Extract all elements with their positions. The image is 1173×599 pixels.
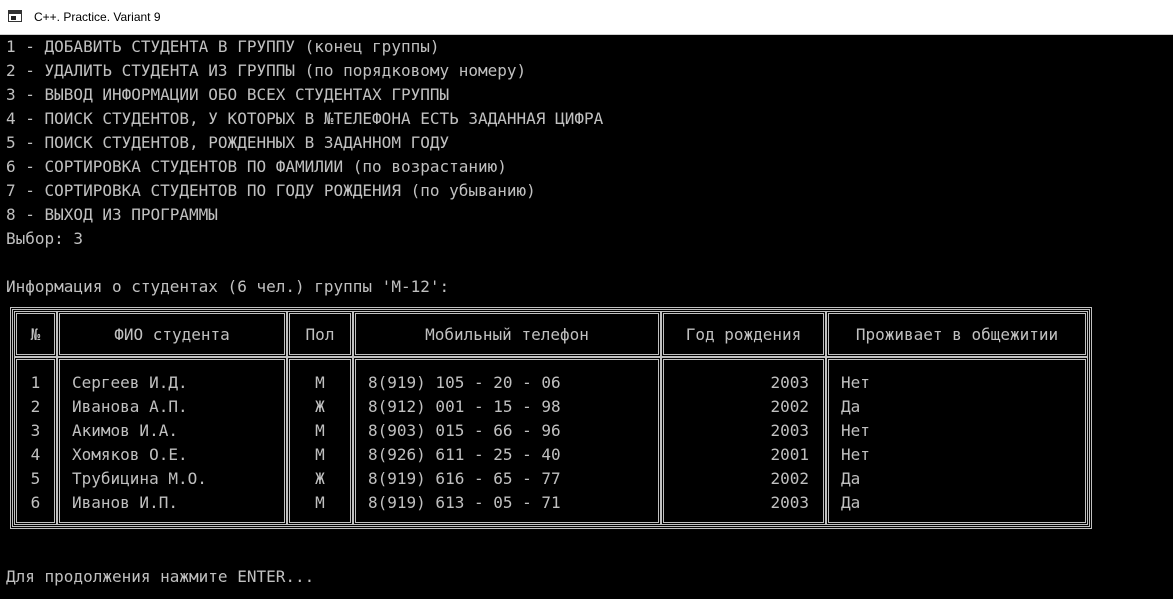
table-cell-dorm: Да [841, 493, 861, 512]
group-info-heading: Информация о студентах (6 чел.) группы '… [6, 277, 450, 296]
table-cell-name: Хомяков О.Е. [72, 445, 188, 464]
menu-item-4: 4 - ПОИСК СТУДЕНТОВ, У КОТОРЫХ В №ТЕЛЕФО… [6, 109, 604, 128]
table-cell-phone: 8(912) 001 - 15 - 98 [368, 397, 561, 416]
table-cell-name: Акимов И.А. [72, 421, 178, 440]
table-cell-year: 2003 [770, 373, 809, 392]
console-output[interactable]: 1 - ДОБАВИТЬ СТУДЕНТА В ГРУППУ (конец гр… [0, 35, 1173, 599]
menu-item-2: 2 - УДАЛИТЬ СТУДЕНТА ИЗ ГРУППЫ (по поряд… [6, 61, 527, 80]
table-cell-dorm: Да [841, 469, 861, 488]
console-app-icon [8, 10, 22, 22]
continue-prompt: Для продолжения нажмите ENTER... [6, 567, 315, 586]
choice-prompt: Выбор: 3 [6, 229, 84, 248]
col-header-year: Год рождения [685, 325, 802, 344]
table-cell-phone: 8(903) 015 - 66 - 96 [368, 421, 561, 440]
table-cell-dorm: Нет [841, 373, 870, 392]
table-cell-gender: М [315, 373, 325, 392]
window-title: C++. Practice. Variant 9 [34, 10, 161, 24]
table-cell-num: 6 [30, 493, 41, 512]
table-cell-gender: Ж [315, 469, 325, 488]
col-header-gender: Пол [305, 325, 335, 344]
col-header-phone: Мобильный телефон [425, 325, 589, 344]
table-cell-phone: 8(926) 611 - 25 - 40 [368, 445, 561, 464]
table-cell-num: 5 [30, 469, 41, 488]
table-cell-phone: 8(919) 616 - 65 - 77 [368, 469, 561, 488]
menu-item-8: 8 - ВЫХОД ИЗ ПРОГРАММЫ [6, 205, 218, 224]
table-cell-name: Сергеев И.Д. [72, 373, 188, 392]
table-cell-name: Трубицина М.О. [72, 469, 207, 488]
table-cell-dorm: Да [841, 397, 861, 416]
table-cell-gender: М [315, 421, 325, 440]
menu-item-7: 7 - СОРТИРОВКА СТУДЕНТОВ ПО ГОДУ РОЖДЕНИ… [6, 181, 536, 200]
table-cell-dorm: Нет [841, 445, 870, 464]
table-cell-phone: 8(919) 105 - 20 - 06 [368, 373, 561, 392]
table-cell-gender: М [315, 445, 325, 464]
col-header-name: ФИО студента [114, 325, 230, 344]
table-cell-num: 2 [30, 397, 41, 416]
table-cell-phone: 8(919) 613 - 05 - 71 [368, 493, 561, 512]
table-cell-year: 2003 [770, 421, 809, 440]
table-cell-num: 4 [30, 445, 41, 464]
table-cell-gender: М [315, 493, 325, 512]
menu-item-6: 6 - СОРТИРОВКА СТУДЕНТОВ ПО ФАМИЛИИ (по … [6, 157, 507, 176]
table-cell-year: 2002 [770, 469, 809, 488]
table-cell-name: Иванова А.П. [72, 397, 188, 416]
col-header-num: № [30, 325, 41, 344]
menu-item-1: 1 - ДОБАВИТЬ СТУДЕНТА В ГРУППУ (конец гр… [6, 37, 440, 56]
table-cell-year: 2003 [770, 493, 809, 512]
table-cell-year: 2002 [770, 397, 809, 416]
table-cell-dorm: Нет [841, 421, 870, 440]
table-cell-name: Иванов И.П. [72, 493, 178, 512]
table-cell-num: 1 [30, 373, 41, 392]
menu-item-3: 3 - ВЫВОД ИНФОРМАЦИИ ОБО ВСЕХ СТУДЕНТАХ … [6, 85, 450, 104]
table-cell-year: 2001 [770, 445, 809, 464]
window-titlebar: C++. Practice. Variant 9 [0, 0, 1173, 35]
col-header-dorm: Проживает в общежитии [855, 325, 1059, 344]
table-cell-gender: Ж [315, 397, 325, 416]
menu-item-5: 5 - ПОИСК СТУДЕНТОВ, РОЖДЕННЫХ В ЗАДАННО… [6, 133, 450, 152]
table-cell-num: 3 [30, 421, 41, 440]
